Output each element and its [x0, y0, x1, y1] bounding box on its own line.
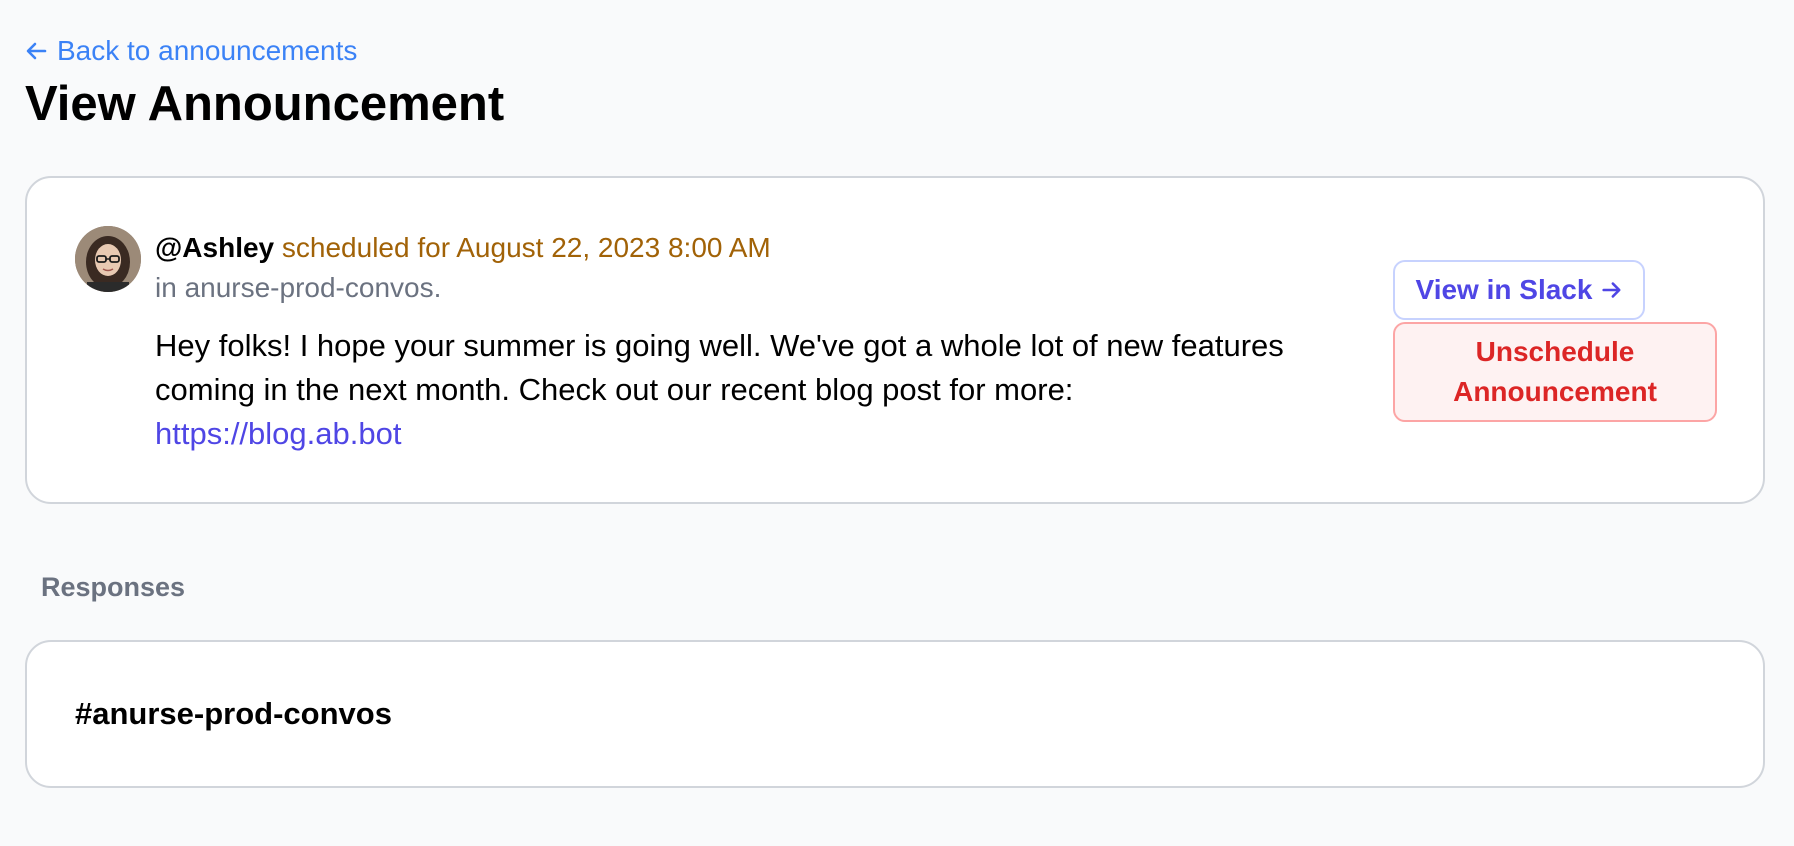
- arrow-right-icon: [1600, 279, 1622, 301]
- announcement-card: @Ashley scheduled for August 22, 2023 8:…: [25, 176, 1765, 504]
- channel-text: in anurse-prod-convos.: [155, 272, 442, 303]
- arrow-left-icon: [25, 39, 49, 63]
- blog-link[interactable]: https://blog.ab.bot: [155, 416, 401, 451]
- back-to-announcements-link[interactable]: Back to announcements: [25, 34, 357, 68]
- view-in-slack-label: View in Slack: [1415, 274, 1593, 305]
- view-in-slack-button[interactable]: View in Slack: [1393, 260, 1645, 320]
- announcement-message: Hey folks! I hope your summer is going w…: [155, 324, 1385, 456]
- responses-label: Responses: [41, 572, 186, 602]
- author-name: @Ashley: [155, 232, 275, 263]
- responses-card: #anurse-prod-convos: [25, 640, 1765, 788]
- back-link-label: Back to announcements: [57, 35, 358, 66]
- response-channel-name: #anurse-prod-convos: [75, 696, 392, 731]
- page-title: View Announcement: [25, 77, 505, 131]
- schedule-text: scheduled for August 22, 2023 8:00 AM: [281, 232, 771, 263]
- message-body: Hey folks! I hope your summer is going w…: [155, 328, 1284, 407]
- user-avatar: [75, 226, 141, 292]
- announcement-meta: @Ashley scheduled for August 22, 2023 8:…: [155, 228, 771, 308]
- author-line: @Ashley scheduled for August 22, 2023 8:…: [155, 228, 771, 268]
- unschedule-announcement-button[interactable]: Unschedule Announcement: [1393, 322, 1717, 422]
